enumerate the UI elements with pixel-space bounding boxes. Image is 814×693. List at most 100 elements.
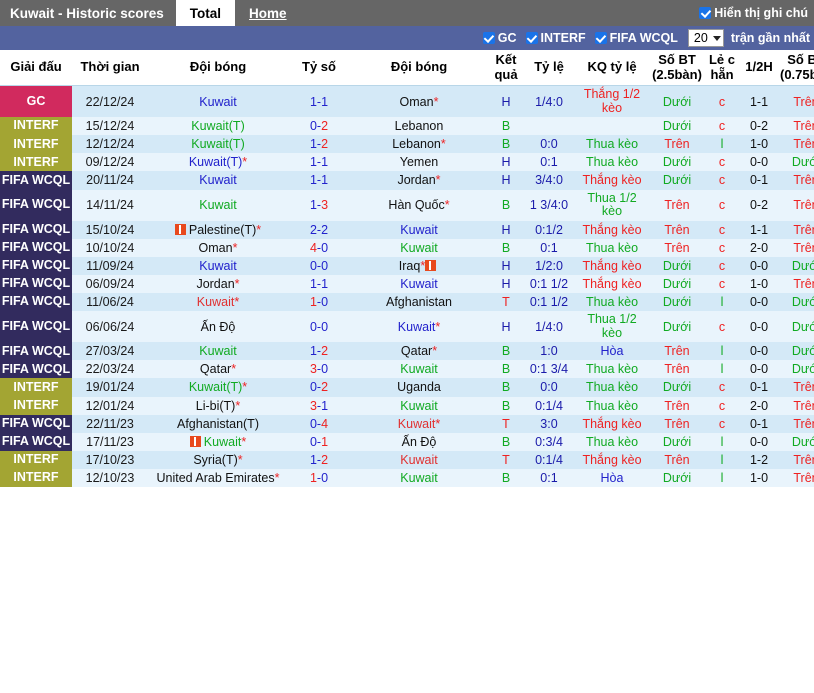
col-score[interactable]: Tỷ số: [288, 50, 350, 87]
away-team[interactable]: Kuwait: [350, 274, 488, 294]
col-away-team[interactable]: Đội bóng: [350, 50, 488, 87]
table-row[interactable]: INTERF 09/12/24 Kuwait(T)* 1-1 Yemen H 0:1 Thua…: [0, 153, 814, 172]
league-badge[interactable]: INTERF: [0, 153, 72, 172]
col-league[interactable]: Giải đấu: [0, 50, 72, 87]
filter-fifa-wcql-checkbox[interactable]: [594, 32, 607, 44]
col-time[interactable]: Thời gian: [72, 50, 148, 87]
filter-fifa-wcql[interactable]: FIFA WCQL: [594, 31, 678, 45]
home-team[interactable]: Kuwait: [148, 85, 288, 118]
home-team[interactable]: Kuwait: [148, 171, 288, 190]
table-row[interactable]: FIFA WCQL 06/06/24 Ấn Độ 0-0 Kuwait* H 1/4:0 Th…: [0, 311, 814, 343]
away-team[interactable]: Oman*: [350, 85, 488, 118]
home-team[interactable]: Afghanistan(T): [148, 414, 288, 433]
league-badge[interactable]: INTERF: [0, 117, 72, 136]
table-row[interactable]: INTERF 12/12/24 Kuwait(T) 1-2 Lebanon* B 0:0 Th…: [0, 135, 814, 154]
league-badge[interactable]: FIFA WCQL: [0, 293, 72, 312]
home-team[interactable]: Kuwait(T): [148, 135, 288, 154]
league-badge[interactable]: FIFA WCQL: [0, 432, 72, 451]
home-team[interactable]: Kuwait(T): [148, 117, 288, 136]
col-half-time[interactable]: 1/2H: [740, 50, 778, 87]
table-row[interactable]: INTERF 17/10/23 Syria(T)* 1-2 Kuwait T 0:1/4 Th…: [0, 450, 814, 470]
league-badge[interactable]: INTERF: [0, 396, 72, 415]
table-row[interactable]: FIFA WCQL 22/03/24 Qatar* 3-0 Kuwait B 0:1 3/4…: [0, 360, 814, 379]
tab-home[interactable]: Home: [235, 0, 301, 26]
home-team[interactable]: Kuwait: [148, 189, 288, 221]
league-badge[interactable]: INTERF: [0, 378, 72, 397]
table-row[interactable]: INTERF 15/12/24 Kuwait(T) 0-2 Lebanon B Dưới c 0…: [0, 117, 814, 136]
show-notes-toggle[interactable]: Hiển thị ghi chú: [699, 0, 814, 26]
col-handicap[interactable]: Tỷ lệ: [524, 50, 574, 87]
away-team[interactable]: Kuwait: [350, 450, 488, 470]
tab-total[interactable]: Total: [175, 0, 236, 26]
league-badge[interactable]: FIFA WCQL: [0, 256, 72, 275]
away-team[interactable]: Yemen: [350, 153, 488, 172]
away-team[interactable]: Kuwait: [350, 220, 488, 239]
league-badge[interactable]: FIFA WCQL: [0, 238, 72, 257]
away-team[interactable]: Kuwait*: [350, 311, 488, 343]
away-team[interactable]: Kuwait: [350, 396, 488, 415]
home-team[interactable]: Kuwait(T)*: [148, 153, 288, 172]
away-team[interactable]: Ấn Độ: [350, 432, 488, 451]
home-team[interactable]: Kuwait*: [148, 432, 288, 451]
table-row[interactable]: FIFA WCQL 10/10/24 Oman* 4-0 Kuwait B 0:1 Thua …: [0, 238, 814, 257]
league-badge[interactable]: FIFA WCQL: [0, 342, 72, 361]
away-team[interactable]: Kuwait: [350, 238, 488, 257]
col-odd-even[interactable]: Lẻ c hẵn: [704, 50, 740, 87]
away-team[interactable]: Qatar*: [350, 342, 488, 361]
home-team[interactable]: Kuwait(T)*: [148, 378, 288, 397]
league-badge[interactable]: GC: [0, 85, 72, 118]
away-team[interactable]: Afghanistan: [350, 293, 488, 312]
table-row[interactable]: FIFA WCQL 15/10/24 Palestine(T)* 2-2 Kuwait H…: [0, 220, 814, 239]
table-row[interactable]: INTERF 12/01/24 Li-bi(T)* 3-1 Kuwait B 0:1/4 Th…: [0, 396, 814, 415]
table-row[interactable]: FIFA WCQL 20/11/24 Kuwait 1-1 Jordan* H 3/4:0 T…: [0, 171, 814, 190]
col-handicap-result[interactable]: KQ tỷ lệ: [574, 50, 650, 87]
league-badge[interactable]: FIFA WCQL: [0, 220, 72, 239]
home-team[interactable]: Kuwait: [148, 342, 288, 361]
home-team[interactable]: Oman*: [148, 238, 288, 257]
home-team[interactable]: Jordan*: [148, 274, 288, 294]
table-row[interactable]: FIFA WCQL 17/11/23 Kuwait* 0-1 Ấn Độ B 0:3/4 Th…: [0, 432, 814, 451]
table-row[interactable]: FIFA WCQL 06/09/24 Jordan* 1-1 Kuwait H 0:1 1/…: [0, 274, 814, 294]
filter-interf[interactable]: INTERF: [525, 31, 586, 45]
away-team[interactable]: Lebanon*: [350, 135, 488, 154]
filter-gc[interactable]: GC: [482, 31, 517, 45]
league-badge[interactable]: FIFA WCQL: [0, 360, 72, 379]
match-count-select[interactable]: 20: [687, 29, 724, 47]
show-notes-checkbox[interactable]: [699, 7, 712, 19]
home-team[interactable]: Syria(T)*: [148, 450, 288, 470]
league-badge[interactable]: FIFA WCQL: [0, 189, 72, 221]
league-badge[interactable]: FIFA WCQL: [0, 171, 72, 190]
league-badge[interactable]: INTERF: [0, 469, 72, 488]
filter-interf-checkbox[interactable]: [525, 32, 538, 44]
col-ou-25[interactable]: Số BT (2.5bàn): [650, 50, 704, 87]
away-team[interactable]: Uganda: [350, 378, 488, 397]
away-team[interactable]: Kuwait*: [350, 414, 488, 433]
table-row[interactable]: FIFA WCQL 14/11/24 Kuwait 1-3 Hàn Quốc* B 1 3/…: [0, 189, 814, 221]
table-row[interactable]: INTERF 19/01/24 Kuwait(T)* 0-2 Uganda B 0:0 Thu…: [0, 378, 814, 397]
away-team[interactable]: Iraq*: [350, 256, 488, 275]
col-result[interactable]: Kết quả: [488, 50, 524, 87]
home-team[interactable]: Kuwait: [148, 256, 288, 275]
league-badge[interactable]: FIFA WCQL: [0, 414, 72, 433]
home-team[interactable]: Li-bi(T)*: [148, 396, 288, 415]
home-team[interactable]: Kuwait*: [148, 293, 288, 312]
away-team[interactable]: Jordan*: [350, 171, 488, 190]
table-row[interactable]: FIFA WCQL 11/06/24 Kuwait* 1-0 Afghanistan T 0…: [0, 293, 814, 312]
table-row[interactable]: GC 22/12/24 Kuwait 1-1 Oman* H 1/4:0 Thắng 1/2 …: [0, 85, 814, 118]
home-team[interactable]: Palestine(T)*: [148, 220, 288, 239]
away-team[interactable]: Hàn Quốc*: [350, 189, 488, 221]
table-row[interactable]: FIFA WCQL 22/11/23 Afghanistan(T) 0-4 Kuwait…: [0, 414, 814, 433]
away-team[interactable]: Lebanon: [350, 117, 488, 136]
league-badge[interactable]: INTERF: [0, 135, 72, 154]
col-home-team[interactable]: Đội bóng: [148, 50, 288, 87]
home-team[interactable]: Qatar*: [148, 360, 288, 379]
table-row[interactable]: FIFA WCQL 27/03/24 Kuwait 1-2 Qatar* B 1:0 Hòa T…: [0, 342, 814, 361]
home-team[interactable]: Ấn Độ: [148, 311, 288, 343]
away-team[interactable]: Kuwait: [350, 469, 488, 488]
filter-gc-checkbox[interactable]: [482, 32, 495, 44]
away-team[interactable]: Kuwait: [350, 360, 488, 379]
col-ou-075[interactable]: Số BT (0.75bàn): [778, 50, 814, 87]
league-badge[interactable]: INTERF: [0, 450, 72, 470]
league-badge[interactable]: FIFA WCQL: [0, 311, 72, 343]
table-row[interactable]: FIFA WCQL 11/09/24 Kuwait 0-0 Iraq* H 1/2:0 Thắ…: [0, 256, 814, 275]
